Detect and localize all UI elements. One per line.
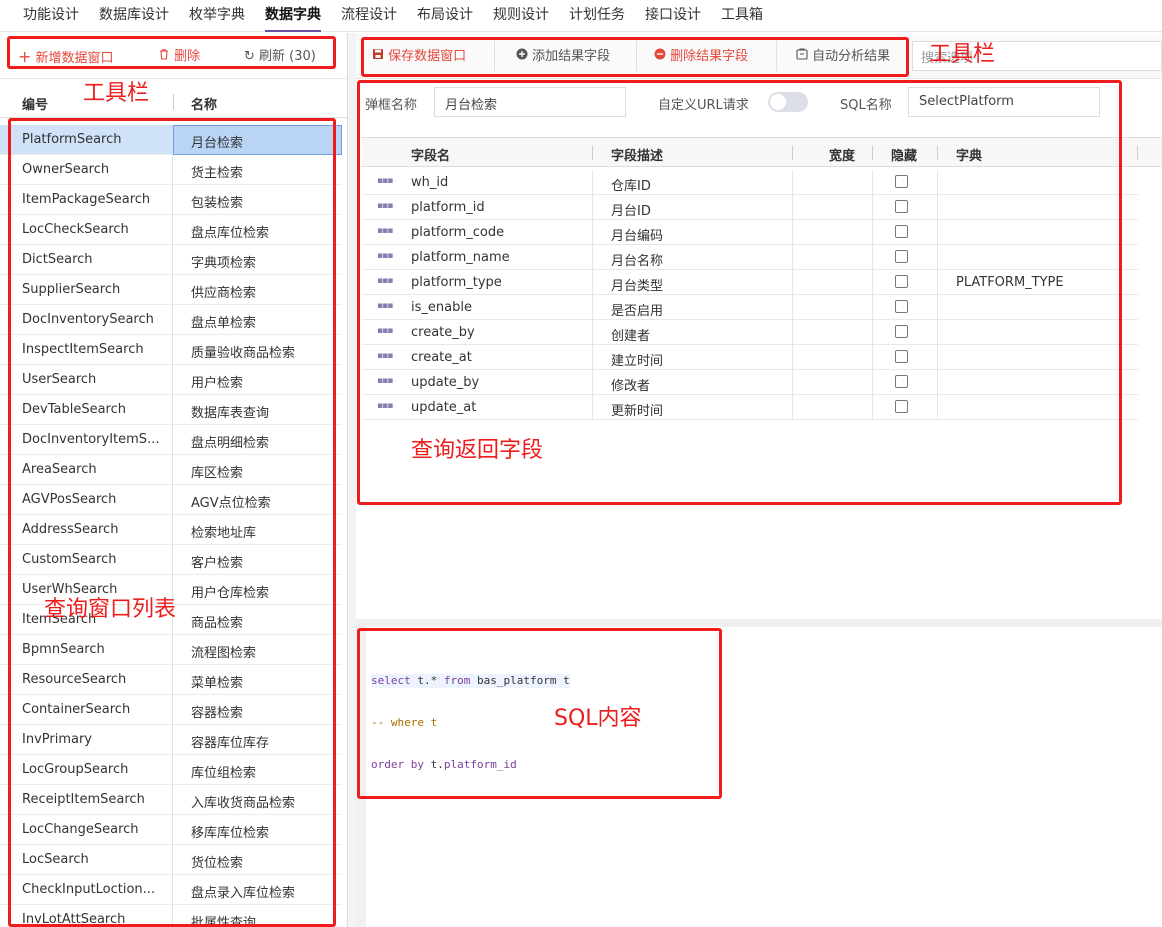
- annotation-box-left-toolbar: [7, 36, 336, 69]
- annotation-box-right-toolbar: [361, 37, 909, 77]
- annotation-label-toolbar-left: 工具栏: [83, 81, 150, 106]
- annotation-label-toolbar-right: 工具栏: [929, 42, 996, 67]
- annotation-label-window-list: 查询窗口列表: [44, 597, 177, 622]
- tab-rule-design[interactable]: 规则设计: [493, 0, 549, 32]
- tab-layout-design[interactable]: 布局设计: [417, 0, 473, 32]
- annotation-box-window-list: [8, 118, 336, 927]
- horizontal-splitter[interactable]: [356, 619, 1162, 627]
- annotation-label-sql: SQL内容: [554, 706, 642, 731]
- left-table-header: 编号 名称: [0, 86, 348, 118]
- tab-enum-dict[interactable]: 枚举字典: [189, 0, 245, 32]
- tab-api-design[interactable]: 接口设计: [645, 0, 701, 32]
- tab-scheduled-tasks[interactable]: 计划任务: [569, 0, 625, 32]
- header-code: 编号: [22, 98, 49, 113]
- annotation-box-sql: [357, 628, 722, 799]
- header-name: 名称: [191, 98, 218, 113]
- annotation-label-return-fields: 查询返回字段: [411, 438, 544, 463]
- top-nav: 功能设计 数据库设计 枚举字典 数据字典 流程设计 布局设计 规则设计 计划任务…: [0, 0, 1162, 32]
- tab-database-design[interactable]: 数据库设计: [99, 0, 169, 32]
- tab-flow-design[interactable]: 流程设计: [341, 0, 397, 32]
- tab-toolbox[interactable]: 工具箱: [721, 0, 763, 32]
- tab-data-dict[interactable]: 数据字典: [265, 0, 321, 32]
- vertical-splitter[interactable]: [348, 33, 356, 927]
- tab-feature-design[interactable]: 功能设计: [23, 0, 79, 32]
